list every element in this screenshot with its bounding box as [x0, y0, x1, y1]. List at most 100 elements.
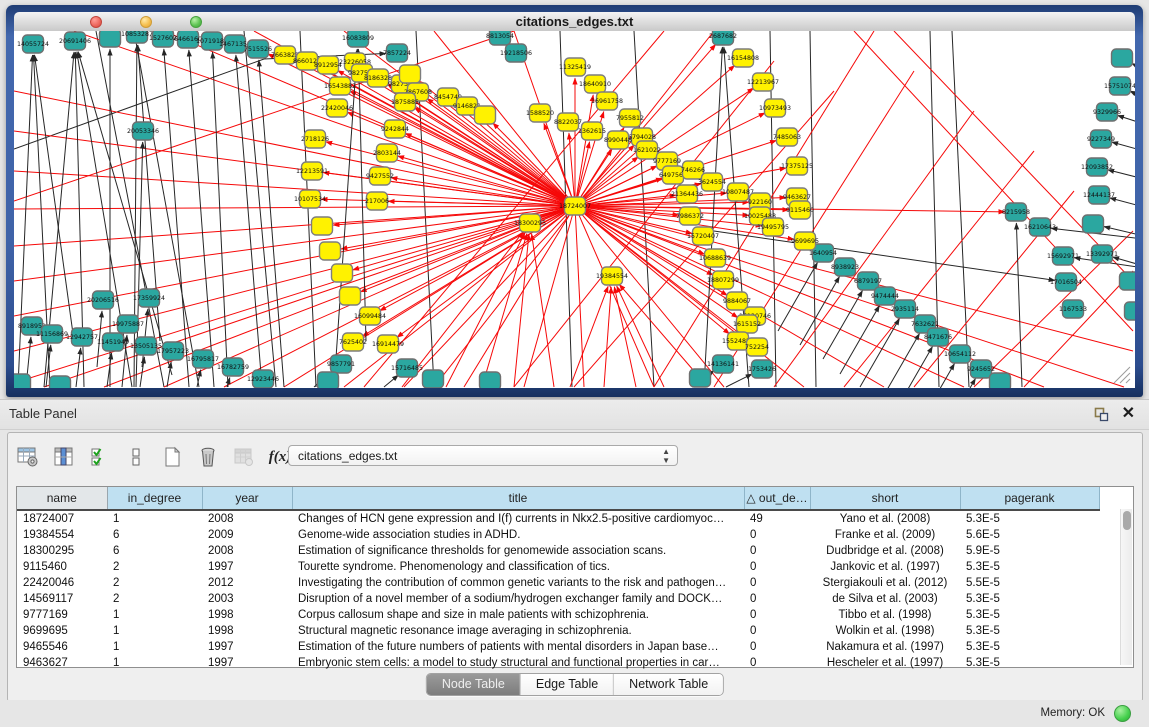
table-row[interactable]: 1938455462009Genome-wide association stu…	[17, 527, 1099, 543]
table-row[interactable]: 1456911722003Disruption of a novel membe…	[17, 591, 1099, 607]
table-selector-dropdown[interactable]: citations_edges.txt ▲▼	[288, 445, 678, 466]
graph-node-label: 11451949	[97, 339, 129, 346]
cell-year: 2008	[202, 510, 292, 527]
column-header-name[interactable]: name	[17, 487, 107, 510]
graph-node-label: 2687682	[709, 33, 737, 40]
cell-title: Investigating the contribution of common…	[292, 575, 744, 591]
graph-node[interactable]	[318, 372, 339, 388]
delete-table-icon[interactable]	[196, 445, 220, 469]
graph-node-label: 16210643	[1024, 224, 1056, 231]
cell-name: 9115460	[17, 559, 107, 575]
float-panel-icon[interactable]	[1094, 407, 1109, 422]
table-row[interactable]: 977716911998Corpus callosum shape and si…	[17, 607, 1099, 623]
cell-short: Nakamura et al. (1997)	[810, 639, 960, 655]
graph-node[interactable]	[690, 369, 711, 387]
graph-node[interactable]	[100, 31, 121, 47]
graph-node-label: 17957223	[157, 348, 189, 355]
cell-pagerank: 5.3E-5	[960, 639, 1099, 655]
cell-in_degree: 1	[107, 639, 202, 655]
cell-pagerank: 5.3E-5	[960, 623, 1099, 639]
graph-node[interactable]	[1125, 302, 1136, 320]
cell-title: Estimation of significance thresholds fo…	[292, 543, 744, 559]
window-resize-grip[interactable]	[1114, 367, 1130, 383]
table-row[interactable]: 969969511998Structural magnetic resonanc…	[17, 623, 1099, 639]
table-settings-icon[interactable]	[16, 445, 40, 469]
graph-node-label: 10973493	[759, 105, 791, 112]
cell-year: 2008	[202, 543, 292, 559]
cell-short: Yano et al. (2008)	[810, 510, 960, 527]
graph-node-label: 9474444	[871, 293, 899, 300]
graph-node[interactable]	[1120, 272, 1136, 290]
cell-short: Dudbridge et al. (2008)	[810, 543, 960, 559]
cell-out_de: 0	[744, 591, 810, 607]
column-header-pagerank[interactable]: pagerank	[960, 487, 1099, 510]
cell-short: Franke et al. (2009)	[810, 527, 960, 543]
tab-network-table[interactable]: Network Table	[614, 674, 723, 695]
cell-title: Genome-wide association studies in ADHD.	[292, 527, 744, 543]
graph-node-label: 17375125	[781, 163, 813, 170]
graph-node-label: 3624554	[698, 179, 726, 186]
graph-node[interactable]	[400, 65, 421, 83]
memory-ok-indicator[interactable]	[1114, 705, 1131, 722]
graph-node[interactable]	[990, 373, 1011, 388]
graph-node[interactable]	[423, 370, 444, 388]
network-canvas[interactable]: 1405572420691406108532871527602646616010…	[14, 31, 1135, 388]
graph-node[interactable]	[475, 106, 496, 124]
graph-node-label: 8990448	[604, 137, 632, 144]
graph-node[interactable]	[14, 374, 31, 388]
table-scrollbar[interactable]	[1120, 509, 1132, 665]
graph-node-label: 19975887	[112, 321, 144, 328]
graph-node[interactable]	[1112, 49, 1133, 67]
cell-out_de: 0	[744, 655, 810, 671]
graph-node-label: 8938923	[831, 264, 859, 271]
table-row[interactable]: 2242004622012Investigating the contribut…	[17, 575, 1099, 591]
tab-edge-table[interactable]: Edge Table	[521, 674, 614, 695]
column-header-title[interactable]: title	[292, 487, 744, 510]
memory-status-label: Memory: OK	[1040, 707, 1105, 719]
tab-node-table[interactable]: Node Table	[427, 674, 521, 695]
graph-node[interactable]	[340, 287, 361, 305]
table-row[interactable]: 1872400712008Changes of HCN gene express…	[17, 510, 1099, 527]
row-height-icon[interactable]	[124, 445, 148, 469]
import-table-icon[interactable]	[232, 445, 256, 469]
cell-in_degree: 2	[107, 559, 202, 575]
graph-node-label: 8912954	[314, 62, 342, 69]
graph-node-label: 22420046	[321, 105, 353, 112]
graph-node[interactable]	[332, 264, 353, 282]
graph-node-label: 16795817	[187, 356, 219, 363]
graph-node[interactable]	[480, 372, 501, 388]
graph-node-label: 7625402	[339, 339, 367, 346]
table-row[interactable]: 1830029562008Estimation of significance …	[17, 543, 1099, 559]
graph-node[interactable]	[50, 376, 71, 388]
graph-node-label: 1588520	[526, 110, 554, 117]
graph-node[interactable]	[320, 242, 341, 260]
table-row[interactable]: 946362711997Embryonic stem cells: a mode…	[17, 655, 1099, 671]
graph-node-label: 8822037	[554, 119, 582, 126]
cell-pagerank: 5.3E-5	[960, 559, 1099, 575]
show-column-icon[interactable]	[52, 445, 76, 469]
column-header-short[interactable]: short	[810, 487, 960, 510]
graph-node-label: 20691406	[59, 38, 91, 45]
table-row[interactable]: 911546021997Tourette syndrome. Phenomeno…	[17, 559, 1099, 575]
cell-year: 2012	[202, 575, 292, 591]
close-panel-icon[interactable]: ✕	[1122, 404, 1135, 424]
table-scrollbar-thumb[interactable]	[1123, 511, 1131, 530]
cell-year: 1997	[202, 639, 292, 655]
graph-node-label: 2803144	[373, 150, 401, 157]
cell-pagerank: 5.3E-5	[960, 655, 1099, 671]
table-row[interactable]: 946554611997Estimation of the future num…	[17, 639, 1099, 655]
column-header-in_degree[interactable]: in_degree	[107, 487, 202, 510]
graph-node[interactable]	[1083, 215, 1104, 233]
network-window-titlebar[interactable]: citations_edges.txt	[14, 12, 1135, 32]
graph-node-label: 18807299	[707, 277, 739, 284]
select-rows-icon[interactable]	[88, 445, 112, 469]
create-table-icon[interactable]	[160, 445, 184, 469]
graph-node-label: 1753426	[748, 366, 776, 373]
graph-node-label: 18640910	[579, 81, 611, 88]
column-header-year[interactable]: year	[202, 487, 292, 510]
cell-out_de: 0	[744, 639, 810, 655]
graph-node[interactable]	[312, 217, 333, 235]
column-header-out_de[interactable]: △ out_de…	[744, 487, 810, 510]
app-root: { "window": {"title": "citations_edges.t…	[0, 0, 1149, 727]
cell-out_de: 0	[744, 543, 810, 559]
